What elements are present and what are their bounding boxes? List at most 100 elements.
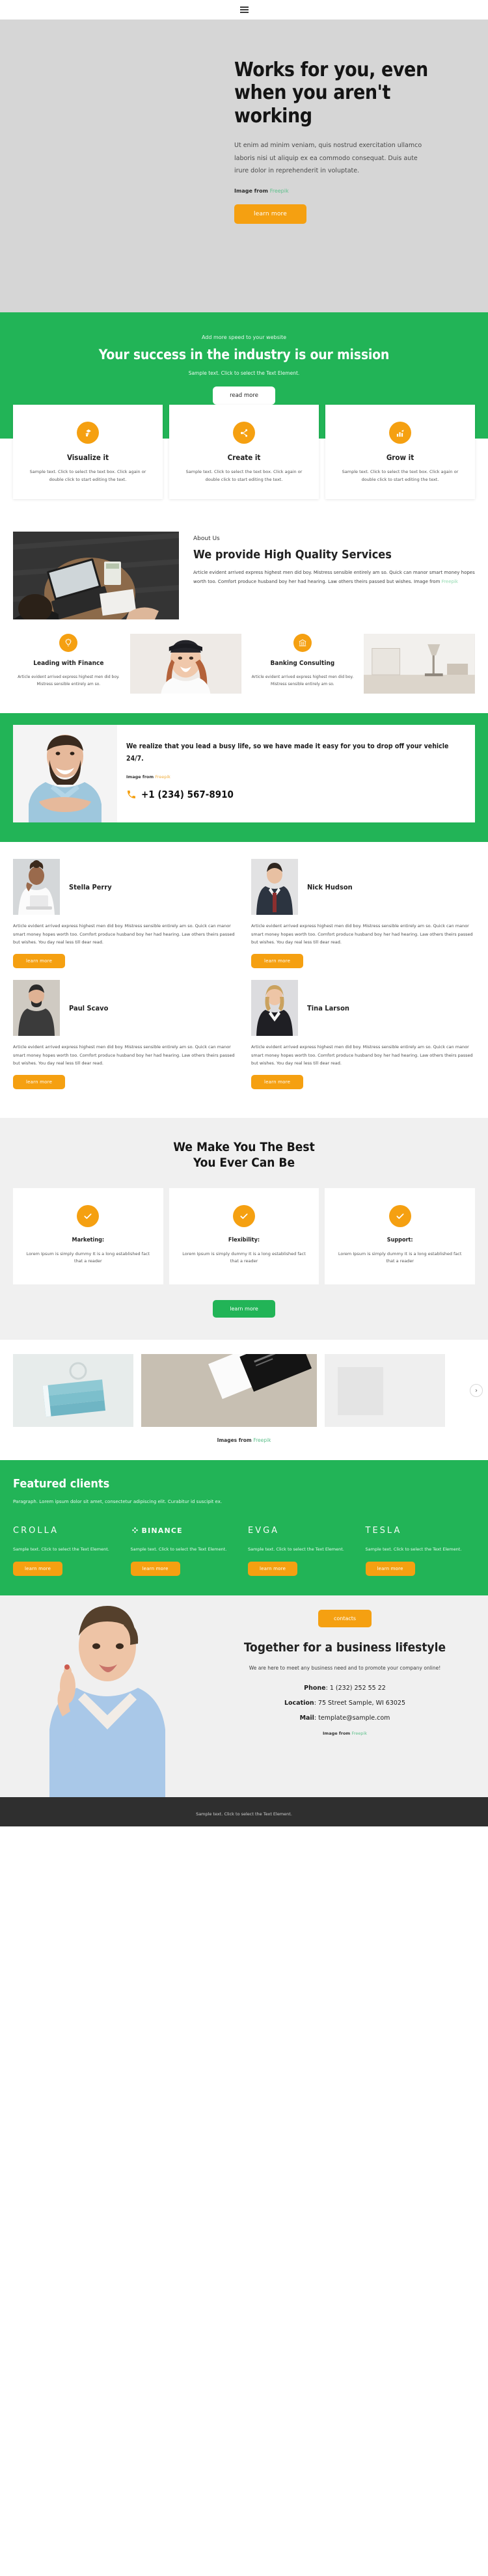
cta-credit-link[interactable]: Freepik bbox=[155, 774, 170, 780]
hero-title: Works for you, even when you aren't work… bbox=[234, 59, 428, 128]
contact-credit-link[interactable]: Freepik bbox=[351, 1731, 367, 1736]
team-row: Paul Scavo Article evident arrived expre… bbox=[13, 980, 475, 1090]
team-member-button[interactable]: learn more bbox=[251, 1075, 304, 1090]
bank-icon bbox=[293, 634, 312, 653]
client-column: BINANCE Sample text. Click to select the… bbox=[130, 1524, 241, 1577]
about-text: About Us We provide High Quality Service… bbox=[193, 532, 475, 619]
contact-body: contacts Together for a business lifesty… bbox=[215, 1595, 488, 1797]
feature-title: Create it bbox=[227, 453, 261, 462]
team-member: Tina Larson Article evident arrived expr… bbox=[251, 980, 475, 1090]
best-card-title: Support: bbox=[386, 1236, 413, 1243]
team-member-text: Article evident arrived express highest … bbox=[251, 923, 473, 945]
about-eyebrow: About Us bbox=[193, 536, 220, 543]
crolla-logo: CROLLA bbox=[13, 1525, 59, 1536]
evga-logo: EVGA bbox=[248, 1525, 280, 1536]
hero-paragraph: Ut enim ad minim veniam, quis nostrud ex… bbox=[234, 142, 422, 175]
bearded-man-photo bbox=[13, 725, 117, 823]
cta-body: We realize that you lead a busy life, so… bbox=[117, 725, 475, 822]
gallery-track[interactable] bbox=[0, 1354, 488, 1428]
hero-photo bbox=[13, 20, 221, 312]
service-column-photo-room bbox=[364, 634, 475, 694]
bulb-icon bbox=[59, 634, 78, 653]
best-learn-more-button[interactable]: learn more bbox=[213, 1300, 275, 1318]
contact-location: Location: 75 Street Sample, WI 63025 bbox=[284, 1699, 406, 1707]
service-column-photo-girl bbox=[129, 634, 241, 694]
best-title: We Make You The Best You Ever Can Be bbox=[13, 1140, 475, 1171]
contact-mail-label: Mail bbox=[299, 1714, 314, 1722]
client-text: Sample text. Click to select the Text El… bbox=[248, 1547, 344, 1552]
best-card-text: Lorem Ipsum is simply dummy It is a long… bbox=[26, 1251, 150, 1264]
contact-mail-value[interactable]: template@sample.com bbox=[318, 1715, 390, 1722]
contact-image-credit: Image from Freepik bbox=[221, 1731, 468, 1736]
service-title: Banking Consulting bbox=[270, 660, 335, 668]
team-member-name: Nick Hudson bbox=[307, 882, 353, 891]
features-section: Visualize it Sample text. Click to selec… bbox=[0, 404, 488, 534]
team-member-photo bbox=[251, 980, 298, 1037]
contacts-button[interactable]: contacts bbox=[318, 1610, 372, 1628]
contact-phone-label: Phone bbox=[304, 1684, 326, 1692]
gallery-image[interactable] bbox=[325, 1354, 445, 1428]
team-member-name: Stella Perry bbox=[69, 882, 112, 891]
service-text: Article evident arrived express highest … bbox=[251, 674, 354, 686]
gallery-credit: Images from Freepik bbox=[0, 1437, 488, 1443]
team-member-button[interactable]: learn more bbox=[13, 1075, 66, 1090]
feature-text: Sample text. Click to select the text bo… bbox=[29, 469, 146, 483]
hero-text: Works for you, even when you aren't work… bbox=[221, 20, 488, 312]
team-member-text: Article evident arrived express highest … bbox=[13, 923, 235, 945]
phone-row[interactable]: +1 (234) 567-8910 bbox=[126, 789, 459, 800]
client-text: Sample text. Click to select the Text El… bbox=[13, 1547, 109, 1552]
gallery-credit-link[interactable]: Freepik bbox=[253, 1437, 271, 1443]
gallery-image[interactable] bbox=[141, 1354, 317, 1428]
best-card-title: Flexibility: bbox=[228, 1236, 260, 1243]
service-column-banking[interactable]: Banking Consulting Article evident arriv… bbox=[247, 634, 359, 688]
best-card[interactable]: Support: Lorem Ipsum is simply dummy It … bbox=[325, 1187, 476, 1285]
cta-credit-prefix: Image from bbox=[126, 774, 154, 780]
gallery-section: › Images from Freepik bbox=[0, 1340, 488, 1461]
feature-card[interactable]: Grow it Sample text. Click to select the… bbox=[325, 405, 475, 500]
best-card[interactable]: Marketing: Lorem Ipsum is simply dummy I… bbox=[13, 1187, 163, 1285]
gallery-image[interactable] bbox=[13, 1354, 133, 1428]
client-column: EVGA Sample text. Click to select the Te… bbox=[248, 1524, 358, 1577]
best-card-text: Lorem Ipsum is simply dummy It is a long… bbox=[182, 1251, 306, 1264]
feature-card[interactable]: Create it Sample text. Click to select t… bbox=[169, 405, 319, 500]
client-column: TESLA Sample text. Click to select the T… bbox=[365, 1524, 476, 1577]
interior-room-photo bbox=[364, 634, 475, 694]
contact-phone-value: 1 (232) 252 55 22 bbox=[329, 1684, 386, 1692]
best-title-line1: We Make You The Best bbox=[173, 1140, 315, 1155]
team-member-name: Paul Scavo bbox=[69, 1003, 109, 1012]
about-credit-link[interactable]: Freepik bbox=[442, 579, 458, 584]
service-column-finance[interactable]: Leading with Finance Article evident arr… bbox=[13, 634, 124, 688]
site-footer: Sample text. Click to select the Text El… bbox=[0, 1797, 488, 1827]
check-icon bbox=[388, 1204, 411, 1227]
team-member-photo bbox=[251, 859, 298, 915]
client-button[interactable]: learn more bbox=[248, 1562, 298, 1577]
cta-section: We realize that you lead a busy life, so… bbox=[0, 713, 488, 843]
binance-logo-text: BINANCE bbox=[141, 1526, 183, 1535]
team-row: Stella Perry Article evident arrived exp… bbox=[13, 859, 475, 969]
binance-logo: BINANCE bbox=[131, 1524, 241, 1537]
best-section: We Make You The Best You Ever Can Be Mar… bbox=[0, 1118, 488, 1340]
clients-title: Featured clients bbox=[13, 1477, 110, 1491]
cta-photo bbox=[13, 725, 117, 823]
about-photo bbox=[13, 532, 179, 620]
team-member-button[interactable]: learn more bbox=[13, 954, 66, 969]
chart-icon bbox=[389, 422, 411, 444]
feature-card[interactable]: Visualize it Sample text. Click to selec… bbox=[13, 405, 163, 500]
hero-credit-link[interactable]: Freepik bbox=[270, 188, 289, 194]
client-button[interactable]: learn more bbox=[13, 1562, 63, 1577]
hero-learn-more-button[interactable]: learn more bbox=[234, 204, 306, 224]
contact-credit-prefix: Image from bbox=[323, 1730, 351, 1736]
mission-read-more-button[interactable]: read more bbox=[213, 386, 275, 405]
team-member-button[interactable]: learn more bbox=[251, 954, 304, 969]
hero-credit-prefix: Image from bbox=[234, 187, 268, 194]
best-card[interactable]: Flexibility: Lorem Ipsum is simply dummy… bbox=[169, 1187, 319, 1285]
phone-number[interactable]: +1 (234) 567-8910 bbox=[141, 789, 234, 800]
hamburger-menu-icon[interactable] bbox=[237, 4, 251, 16]
client-button[interactable]: learn more bbox=[365, 1562, 415, 1577]
client-text: Sample text. Click to select the Text El… bbox=[130, 1547, 227, 1552]
contact-phone: Phone: 1 (232) 252 55 22 bbox=[304, 1684, 386, 1692]
mission-title: Your success in the industry is our miss… bbox=[98, 347, 390, 362]
service-text: Article evident arrived express highest … bbox=[18, 674, 120, 686]
team-member: Paul Scavo Article evident arrived expre… bbox=[13, 980, 237, 1090]
client-button[interactable]: learn more bbox=[130, 1562, 180, 1577]
